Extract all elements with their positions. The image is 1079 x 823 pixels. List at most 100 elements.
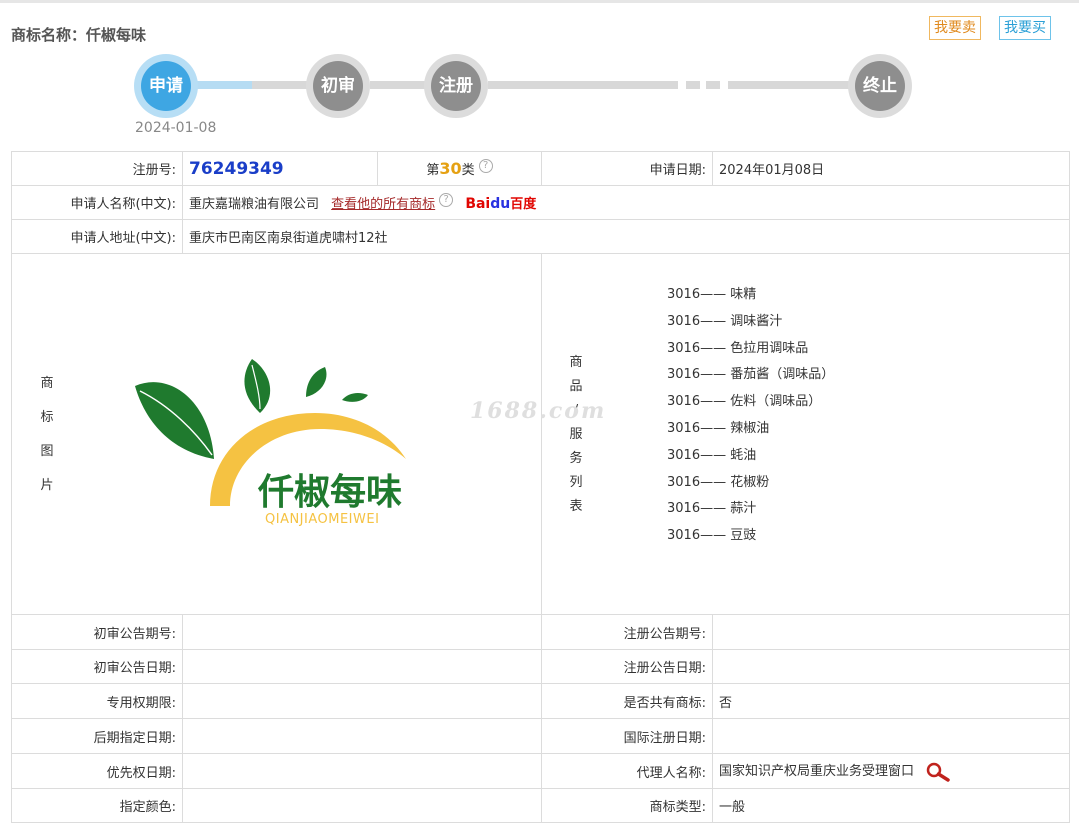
agent-label: 代理人名称: <box>541 753 713 789</box>
logo-leaf <box>306 367 327 397</box>
agent-value: 国家知识产权局重庆业务受理窗口 <box>719 764 915 780</box>
trademark-image-cell: 商 标 图 片 仟椒每味 QIANJIAOMEIWEI <box>11 253 542 615</box>
help-icon[interactable]: ? <box>478 159 493 173</box>
baidu-search-link[interactable]: Baidu百度 <box>465 196 536 212</box>
step-register: 注册 <box>424 54 488 118</box>
address-value: 重庆市巴南区南泉街道虎啸村12社 <box>182 219 1070 254</box>
intl-reg-date-value <box>712 718 1070 754</box>
baidu-logo-bai: Bai <box>465 196 491 212</box>
step-label: 注册 <box>431 61 481 111</box>
image-label-char: 片 <box>40 477 54 493</box>
class-suffix: 类 <box>461 163 475 178</box>
table-row: 申请人地址(中文): 重庆市巴南区南泉街道虎啸村12社 <box>11 219 1070 254</box>
priority-date-label: 优先权日期: <box>11 753 183 789</box>
address-label: 申请人地址(中文): <box>11 219 183 254</box>
table-row: 申请人名称(中文): 重庆嘉瑞粮油有限公司 查看他的所有商标? Baidu百度 <box>11 185 1070 220</box>
progress-bar <box>370 81 426 89</box>
later-date-value <box>182 718 542 754</box>
step-apply: 申请 <box>134 54 198 118</box>
progress-dash <box>686 81 700 89</box>
baidu-paw-icon: du <box>490 196 511 212</box>
logo-leaf <box>342 392 368 402</box>
exclusive-period-label: 专用权期限: <box>11 683 183 719</box>
applicant-label: 申请人名称(中文): <box>11 185 183 220</box>
progress-bar <box>728 81 850 89</box>
apply-date-value: 2024年01月08日 <box>712 151 1070 186</box>
progress-bar-done <box>195 81 252 89</box>
list-item: 3016—— 蚝油 <box>667 447 757 463</box>
list-item: 3016—— 番茄酱（调味品） <box>667 367 835 383</box>
list-item: 3016—— 色拉用调味品 <box>667 340 809 356</box>
help-icon[interactable]: ? <box>439 193 454 207</box>
step-label: 申请 <box>141 61 191 111</box>
shared-trademark-value: 否 <box>712 683 1070 719</box>
class-number: 30 <box>439 159 462 178</box>
applicant-cell: 重庆嘉瑞粮油有限公司 查看他的所有商标? Baidu百度 <box>182 185 1070 220</box>
reg-no-cell: 76249349 <box>182 151 378 186</box>
step-label: 终止 <box>855 61 905 111</box>
list-item: 3016—— 花椒粉 <box>667 474 770 490</box>
goods-services-cell: 商 品 / 服 务 列 表 3016—— 味精 3016—— 调味酱汁 3016… <box>541 253 1070 615</box>
color-value <box>182 788 542 823</box>
reg-no-value: 76249349 <box>189 158 284 179</box>
step-preliminary: 初审 <box>306 54 370 118</box>
page-title: 商标名称：仟椒每味 <box>11 24 146 45</box>
top-border <box>0 0 1079 3</box>
reg-notice-date-value <box>712 649 1070 684</box>
intl-reg-date-label: 国际注册日期: <box>541 718 713 754</box>
list-item: 3016—— 味精 <box>667 287 757 302</box>
table-row: 初审公告期号: 注册公告期号: <box>11 614 1070 650</box>
logo-leaf <box>135 382 214 459</box>
prelim-date-value <box>182 649 542 684</box>
exclusive-period-value <box>182 683 542 719</box>
step-terminate: 终止 <box>848 54 912 118</box>
table-row: 专用权期限: 是否共有商标: 否 <box>11 683 1070 719</box>
class-cell: 第30类? <box>377 151 542 186</box>
image-label: 商 标 图 片 <box>34 254 60 615</box>
progress-bar <box>252 81 312 89</box>
trademark-type-value: 一般 <box>712 788 1070 823</box>
reg-notice-no-value <box>712 614 1070 650</box>
list-item: 3016—— 调味酱汁 <box>667 313 783 329</box>
list-item: 3016—— 佐料（调味品） <box>667 394 822 410</box>
view-all-trademarks-link[interactable]: 查看他的所有商标 <box>331 197 435 212</box>
agent-cell: 国家知识产权局重庆业务受理窗口 <box>712 753 1070 789</box>
color-label: 指定颜色: <box>11 788 183 823</box>
logo-text-pinyin: QIANJIAOMEIWEI <box>265 512 379 526</box>
table-row: 商 标 图 片 仟椒每味 QIANJIAOMEIWEI 商 品 / 服 务 列 … <box>11 253 1070 615</box>
baidu-logo-text: 百度 <box>510 197 537 212</box>
prelim-date-label: 初审公告日期: <box>11 649 183 684</box>
reg-notice-no-label: 注册公告期号: <box>541 614 713 650</box>
progress-bar <box>488 81 678 89</box>
class-prefix: 第 <box>426 163 440 178</box>
sell-button[interactable]: 我要卖 <box>929 16 981 40</box>
table-row: 指定颜色: 商标类型: 一般 <box>11 788 1070 823</box>
image-label-char: 图 <box>40 443 54 459</box>
list-item: 3016—— 豆豉 <box>667 528 757 544</box>
reg-notice-date-label: 注册公告日期: <box>541 649 713 684</box>
trademark-name: 仟椒每味 <box>86 26 147 44</box>
search-icon[interactable] <box>926 762 952 782</box>
priority-date-value <box>182 753 542 789</box>
trademark-logo: 仟椒每味 QIANJIAOMEIWEI <box>135 359 406 526</box>
table-row: 注册号: 76249349 第30类? 申请日期: 2024年01月08日 <box>11 151 1070 186</box>
applicant-value: 重庆嘉瑞粮油有限公司 <box>189 197 320 212</box>
table-row: 初审公告日期: 注册公告日期: <box>11 649 1070 684</box>
logo-text-cn: 仟椒每味 <box>257 472 402 513</box>
buy-button[interactable]: 我要买 <box>999 16 1051 40</box>
image-label-char: 标 <box>40 409 54 425</box>
trademark-info-table: 注册号: 76249349 第30类? 申请日期: 2024年01月08日 申请… <box>11 151 1070 823</box>
prelim-no-label: 初审公告期号: <box>11 614 183 650</box>
list-item: 3016—— 辣椒油 <box>667 420 770 436</box>
progress-dash <box>706 81 720 89</box>
image-label-char: 商 <box>40 375 54 391</box>
title-label: 商标名称： <box>11 26 87 44</box>
status-progress: 申请 初审 注册 终止 2024-01-08 <box>0 52 1079 142</box>
step-label: 初审 <box>313 61 363 111</box>
table-row: 后期指定日期: 国际注册日期: <box>11 718 1070 754</box>
reg-no-label: 注册号: <box>11 151 183 186</box>
apply-date-label: 申请日期: <box>541 151 713 186</box>
table-row: 优先权日期: 代理人名称: 国家知识产权局重庆业务受理窗口 <box>11 753 1070 789</box>
prelim-no-value <box>182 614 542 650</box>
shared-trademark-label: 是否共有商标: <box>541 683 713 719</box>
